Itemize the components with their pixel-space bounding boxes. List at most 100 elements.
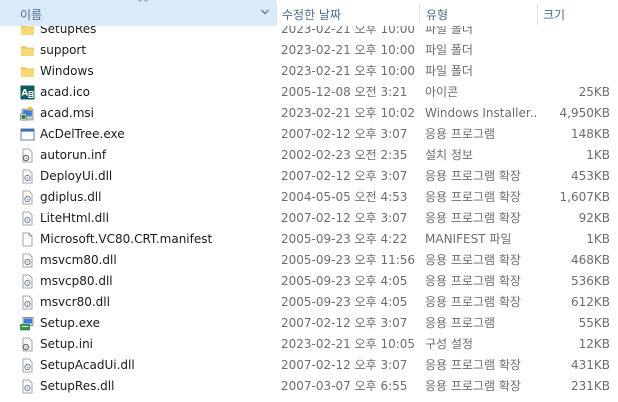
file-type: 설치 정보 [425,148,473,162]
file-list: SetupRes 2023-02-21 오후 10:00 파일 폴더 support 2… [0,19,618,397]
file-size: 25KB [578,85,610,99]
file-type: 응용 프로그램 확장 [425,295,521,309]
file-modified-date: 2007-02-12 오후 3:07 [281,169,408,183]
file-row[interactable]: acad.msi 2023-02-21 오후 10:02 Windows Insta… [0,103,618,124]
file-name: Setup.ini [40,337,94,351]
file-modified-date: 2005-09-23 오후 4:05 [281,274,408,288]
dll-file-icon [20,190,35,205]
file-size: 148KB [570,127,610,141]
file-name: msvcp80.dll [40,274,113,288]
file-row[interactable]: AcDelTree.exe 2007-02-12 오후 3:07 응용 프로그램 14… [0,124,618,145]
column-header-size[interactable]: 크기 [538,0,618,26]
file-modified-date: 2002-02-23 오전 2:35 [281,148,408,162]
file-type: Windows Installer... [425,106,537,120]
file-row[interactable]: msvcr80.dll 2005-09-23 오후 4:05 응용 프로그램 확장 6… [0,292,618,313]
file-type: 응용 프로그램 확장 [425,169,521,183]
file-type: 응용 프로그램 [425,127,496,141]
dll-file-icon [20,211,35,226]
file-row[interactable]: autorun.inf 2002-02-23 오전 2:35 설치 정보 1KB [0,145,618,166]
file-modified-date: 2005-09-23 오후 4:05 [281,295,408,309]
folder-icon [20,64,35,79]
file-row[interactable]: gdiplus.dll 2004-05-05 오전 4:53 응용 프로그램 확장 1… [0,187,618,208]
file-row[interactable]: msvcm80.dll 2005-09-23 오후 11:56 응용 프로그램 확장… [0,250,618,271]
settings-file-icon [20,337,35,352]
file-modified-date: 2023-02-21 오후 10:00 [281,43,416,57]
file-name: autorun.inf [40,148,107,162]
file-name: acad.ico [40,85,91,99]
file-modified-date: 2023-02-21 오후 10:05 [281,337,416,351]
chevron-down-icon[interactable] [260,7,270,17]
file-row[interactable]: Setup.ini 2023-02-21 오후 10:05 구성 설정 12KB [0,334,618,355]
file-size: 453KB [570,169,610,183]
file-name: SetupRes.dll [40,379,115,393]
column-header-type[interactable]: 유형 [420,0,537,26]
file-type: 응용 프로그램 확장 [425,274,521,288]
file-name: LiteHtml.dll [40,211,109,225]
file-size: 1KB [586,232,610,246]
file-modified-date: 2007-02-12 오후 3:07 [281,358,408,372]
file-row[interactable]: DeployUi.dll 2007-02-12 오후 3:07 응용 프로그램 확장… [0,166,618,187]
svg-text:A: A [22,89,29,99]
column-header-type-label: 유형 [426,8,449,22]
column-header-size-label: 크기 [543,8,566,22]
file-explorer-details-view: SetupRes 2023-02-21 오후 10:00 파일 폴더 support 2… [0,0,618,402]
msi-installer-icon [20,106,35,121]
dll-file-icon [20,274,35,289]
dll-file-icon [20,253,35,268]
file-type: 아이콘 [425,85,459,99]
file-type: MANIFEST 파일 [425,232,512,246]
file-size: 612KB [570,295,610,309]
file-type: 응용 프로그램 확장 [425,358,521,372]
file-type: 응용 프로그램 [425,316,496,330]
column-header-date-label: 수정한 날짜 [282,8,342,22]
dll-file-icon [20,295,35,310]
column-header-date[interactable]: 수정한 날짜 [277,0,419,26]
file-modified-date: 2023-02-21 오후 10:00 [281,64,416,78]
file-name: AcDelTree.exe [40,127,125,141]
file-size [540,40,610,61]
file-modified-date: 2004-05-05 오전 4:53 [281,190,408,204]
settings-file-icon [20,148,35,163]
dll-file-icon [20,379,35,394]
file-name: support [40,43,87,57]
file-type: 파일 폴더 [425,64,473,78]
column-header-bar: 이름 ^ 수정한 날짜 유형 크기 [0,0,618,26]
file-size: 1KB [586,148,610,162]
file-size: 12KB [578,337,610,351]
file-row[interactable]: SetupAcadUi.dll 2007-02-12 오후 3:07 응용 프로그램… [0,355,618,376]
file-size: 468KB [570,253,610,267]
file-size: 431KB [570,358,610,372]
column-header-name-label: 이름 [20,8,43,22]
column-header-name[interactable]: 이름 ^ [0,0,276,26]
file-type: 구성 설정 [425,337,473,351]
file-modified-date: 2005-09-23 오후 11:56 [281,253,416,267]
file-size: 1,607KB [559,190,610,204]
file-modified-date: 2007-03-07 오후 6:55 [281,379,408,393]
file-name: Windows [40,64,94,78]
file-modified-date: 2007-02-12 오후 3:07 [281,316,408,330]
file-size: 536KB [570,274,610,288]
dll-file-icon [20,169,35,184]
file-name: msvcr80.dll [40,295,110,309]
dll-file-icon [20,358,35,373]
blank-file-icon [20,232,35,247]
file-type: 응용 프로그램 확장 [425,379,521,393]
file-row[interactable]: Windows 2023-02-21 오후 10:00 파일 폴더 [0,61,618,82]
ico-file-icon: A [20,85,35,100]
file-modified-date: 2007-02-12 오후 3:07 [281,127,408,141]
file-size: 4,950KB [559,106,610,120]
file-row[interactable]: Setup.exe 2007-02-12 오후 3:07 응용 프로그램 55KB [0,313,618,334]
sort-ascending-icon: ^ [136,0,150,9]
file-row[interactable]: msvcp80.dll 2005-09-23 오후 4:05 응용 프로그램 확장 5… [0,271,618,292]
file-row[interactable]: LiteHtml.dll 2007-02-12 오후 3:07 응용 프로그램 확장… [0,208,618,229]
file-row[interactable]: SetupRes.dll 2007-03-07 오후 6:55 응용 프로그램 확장… [0,376,618,397]
file-modified-date: 2007-02-12 오후 3:07 [281,211,408,225]
file-row[interactable]: Microsoft.VC80.CRT.manifest 2005-09-23 오후… [0,229,618,250]
file-size: 55KB [578,316,610,330]
file-row[interactable]: Aacad.ico 2005-12-08 오전 3:21 아이콘 25KB [0,82,618,103]
file-name: Microsoft.VC80.CRT.manifest [40,232,213,246]
file-type: 응용 프로그램 확장 [425,190,521,204]
file-row[interactable]: support 2023-02-21 오후 10:00 파일 폴더 [0,40,618,61]
file-modified-date: 2005-09-23 오후 4:22 [281,232,408,246]
file-name: DeployUi.dll [40,169,113,183]
